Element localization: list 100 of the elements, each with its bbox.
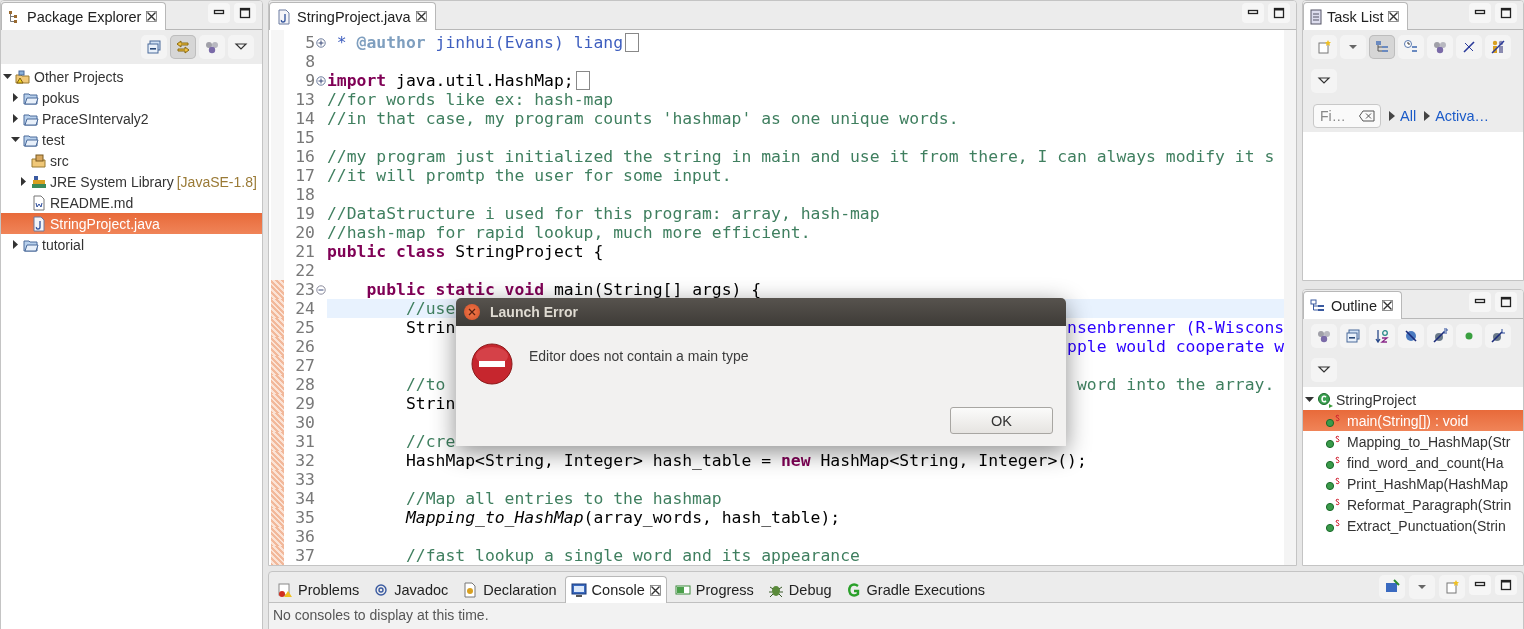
minimize-button[interactable] [1469, 292, 1491, 312]
filter-link[interactable]: All [1400, 108, 1417, 124]
panel-tab[interactable]: Gradle Executions [839, 576, 992, 603]
line-number: 22 [294, 261, 315, 280]
tree-item[interactable]: Extract_Punctuation(Strin [1303, 515, 1523, 536]
tree-item[interactable]: README.md [1, 192, 262, 213]
line-number: 35 [294, 508, 315, 527]
expand-fold-icon[interactable] [316, 37, 326, 48]
toolbar-button[interactable] [1485, 35, 1511, 59]
spheres-icon [1432, 39, 1448, 55]
declaration-icon [462, 582, 479, 598]
package-folder-icon [31, 152, 47, 169]
maximize-button[interactable] [1268, 3, 1290, 23]
line-number: 25 [294, 318, 315, 337]
filter-field[interactable]: Fi… [1313, 104, 1381, 128]
view-tab[interactable]: Task List [1303, 2, 1409, 30]
toolbar-button[interactable] [1427, 35, 1453, 59]
view-menu-button[interactable] [1311, 358, 1337, 382]
line-number: 17 [294, 166, 315, 185]
problems-icon [277, 582, 293, 598]
arrow-icon [1424, 111, 1431, 121]
tree-item[interactable]: Other Projects [1, 66, 262, 87]
class-icon [1317, 391, 1333, 408]
minimize-button[interactable] [1469, 3, 1491, 23]
java-file-icon [276, 8, 292, 25]
view-menu-button[interactable] [1311, 69, 1337, 93]
folders-icon [15, 68, 31, 85]
code-line: //use [404, 299, 456, 318]
close-icon [649, 584, 661, 596]
collapse-arrow-icon[interactable] [1305, 395, 1314, 404]
toolbar-button[interactable] [199, 35, 225, 59]
filter-link[interactable]: Activa… [1435, 108, 1490, 124]
maximize-button[interactable] [1495, 292, 1517, 312]
ok-button[interactable]: OK [950, 407, 1053, 434]
line-number: 28 [294, 375, 315, 394]
code-line: HashMap<String, Integer> hash_table = new HashMap<String, Integer>(); [404, 451, 1087, 470]
panel-tab[interactable]: Problems [271, 576, 366, 603]
expand-arrow-icon[interactable] [11, 93, 20, 102]
line-number: 31 [294, 432, 315, 451]
line-number: 18 [294, 185, 315, 204]
collapse-arrow-icon[interactable] [3, 72, 12, 81]
expand-arrow-icon[interactable] [11, 114, 20, 123]
minimize-button[interactable] [1242, 3, 1264, 23]
panel-tab[interactable]: Declaration [456, 576, 563, 603]
minimize-button[interactable] [208, 3, 230, 23]
line-number: 33 [294, 470, 315, 489]
expand-arrow-icon[interactable] [19, 177, 28, 186]
tree-item[interactable]: tutorial [1, 234, 262, 255]
pin-icon [1384, 579, 1400, 595]
expand-arrow-icon[interactable] [11, 240, 20, 249]
collapse-fold-icon[interactable] [316, 284, 326, 295]
maximize-button[interactable] [234, 3, 256, 23]
tree-item[interactable]: JRE System Library [JavaSE-1.8] [1, 171, 262, 192]
maximize-icon [1500, 7, 1512, 19]
line-number: 29 [294, 394, 315, 413]
minimize-button[interactable] [1469, 575, 1491, 595]
toolbar-button[interactable] [1456, 35, 1482, 59]
panel-tab[interactable]: Console [564, 576, 667, 603]
toolbar-button[interactable] [1398, 324, 1424, 348]
line-number: 8 [304, 52, 315, 71]
code-line: //in that case, my program counts 'hashmap' as one unique words. [327, 109, 959, 128]
editor-tab[interactable]: StringProject.java [269, 2, 436, 30]
toolbar-button[interactable] [1485, 324, 1511, 348]
pin-console-button[interactable] [1379, 575, 1405, 599]
maximize-button[interactable] [1495, 3, 1517, 23]
expand-fold-icon[interactable] [316, 75, 326, 86]
toolbar-button[interactable] [1369, 324, 1395, 348]
panel-tab[interactable]: Progress [668, 576, 760, 603]
tree-item[interactable]: test [1, 129, 262, 150]
toolbar-button[interactable] [1311, 324, 1337, 348]
error-message: Editor does not contain a main type [529, 348, 749, 366]
line-number: 30 [294, 413, 315, 432]
tree-item[interactable]: Reformat_Paragraph(Strin [1303, 494, 1523, 515]
collapse-arrow-icon[interactable] [11, 135, 20, 144]
close-icon [415, 11, 427, 22]
maximize-button[interactable] [1495, 575, 1517, 595]
tree-item[interactable]: pokus [1, 87, 262, 108]
folded-code-marker[interactable] [575, 71, 590, 90]
tree-item[interactable]: src [1, 150, 262, 171]
tree-item[interactable]: PraceSIntervaly2 [1, 108, 262, 129]
panel-tab[interactable]: Debug [761, 576, 838, 603]
outline-icon [1310, 297, 1326, 314]
dialog-title: Launch Error [490, 304, 578, 320]
tree-item[interactable]: find_word_and_count(Ha [1303, 452, 1523, 473]
line-number: 34 [294, 489, 315, 508]
code-line: public class StringProject { [327, 242, 604, 261]
panel-tab[interactable]: Javadoc [367, 576, 455, 603]
line-number: 36 [294, 527, 315, 546]
line-number: 24 [294, 299, 315, 318]
tree-item[interactable]: Mapping_to_HashMap(Str [1303, 431, 1523, 452]
collapse-all-icon [146, 39, 162, 55]
clear-icon [1359, 110, 1375, 122]
view-tab[interactable]: Package Explorer [1, 2, 167, 30]
close-button[interactable] [464, 304, 480, 320]
folded-code-marker[interactable] [625, 33, 640, 52]
tree-item[interactable]: StringProject [1303, 389, 1523, 410]
view-tab[interactable]: Outline [1303, 291, 1402, 319]
tree-item[interactable]: Print_HashMap(HashMap [1303, 473, 1523, 494]
toolbar-button[interactable] [1427, 324, 1453, 348]
clock-tree-icon [1403, 39, 1419, 55]
